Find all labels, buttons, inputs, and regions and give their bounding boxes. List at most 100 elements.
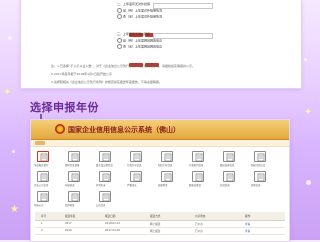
column-header: 报送日期 xyxy=(105,215,116,218)
tile-label: 联络员备案 xyxy=(189,184,201,187)
option-guarantee-title: 二、上年度有无对外担保 xyxy=(117,2,151,6)
tile-label: 信息查询 xyxy=(220,184,230,187)
function-tile[interactable] xyxy=(192,151,204,162)
document-icon xyxy=(102,193,110,202)
nav-tab[interactable] xyxy=(35,141,45,145)
function-tile[interactable] xyxy=(37,171,49,182)
radio-label: 是（有）上年度对外担保情况 xyxy=(123,8,163,13)
table-cell: 2017 xyxy=(65,222,72,225)
function-tile[interactable] xyxy=(254,151,266,162)
tile-label: 异常名录 xyxy=(96,184,106,187)
table-cell: 2016 xyxy=(65,229,72,232)
sparkle xyxy=(8,36,12,40)
notice-text: 注：1.已选择“不公示从业人数”，对于《企业信息公示暂行条例》规定的其他事项，请… xyxy=(51,64,195,68)
tile-label: 抽查检查 xyxy=(158,184,168,187)
annual-report-form-screenshot: 二、上年度有无对外担保 是（有）上年度对外担保情况 否（无）上年度对外担保情况 … xyxy=(20,0,302,89)
annual-report-tile[interactable] xyxy=(37,151,49,162)
tile-label: 行政处罚信息 xyxy=(189,164,204,167)
function-tile[interactable] xyxy=(254,171,266,182)
view-link[interactable]: 查看 xyxy=(245,222,250,226)
document-icon xyxy=(71,153,79,162)
function-tile[interactable] xyxy=(68,151,80,162)
radio-guarantee-no[interactable]: 否（无）上年度对外担保情况 xyxy=(117,14,162,19)
star-icon: ✦ xyxy=(304,107,313,118)
tile-label: 知识产权信息 xyxy=(158,164,173,167)
tile-label: 即时信息填报 xyxy=(65,164,80,167)
tile-label: 股东及出资信息 xyxy=(96,164,113,167)
tile-label: 其他信息 xyxy=(251,184,261,187)
tile-label: 年度报告填写 xyxy=(34,164,49,167)
function-tile[interactable] xyxy=(68,171,80,182)
document-icon xyxy=(133,153,141,162)
column-header: 操作 xyxy=(245,215,251,218)
notice-text: 2.2017年度年报于2018年1月1日起开始公示 xyxy=(51,72,112,76)
table-cell: 2018-03-12 xyxy=(105,222,121,225)
document-icon xyxy=(71,173,79,182)
table-cell: 网上报送 xyxy=(150,230,161,233)
national-emblem-icon xyxy=(55,124,65,134)
function-tile[interactable] xyxy=(223,171,235,182)
table-cell: 已公示 xyxy=(195,230,203,233)
document-icon xyxy=(71,193,79,202)
column-header: 报送年度 xyxy=(65,215,76,218)
table-cell: 2 xyxy=(41,229,43,232)
document-icon xyxy=(257,173,265,182)
radio-website-no[interactable]: 否（无）上年度网站网店信息 xyxy=(117,44,162,49)
document-icon xyxy=(102,153,110,162)
document-icon xyxy=(195,153,203,162)
function-tile[interactable] xyxy=(192,171,204,182)
document-icon xyxy=(102,173,110,182)
document-icon xyxy=(164,173,172,182)
radio-label: 是（有）上年度网站网店信息 xyxy=(123,38,163,43)
site-title: 国家企业信用信息公示系统（佛山） xyxy=(68,126,180,134)
gsxt-site-screenshot: 国家企业信用信息公示系统（佛山） 年度报告填写 即时信息填报 股东及出资信息 行政许可… xyxy=(30,119,290,242)
document-icon xyxy=(164,153,172,162)
table-cell: 1 xyxy=(41,222,43,225)
function-tile[interactable] xyxy=(130,151,142,162)
column-header: 序号 xyxy=(41,215,47,218)
function-tile[interactable] xyxy=(37,191,49,202)
view-link[interactable]: 查看 xyxy=(245,229,250,233)
document-icon xyxy=(40,193,48,202)
tile-label: 年报公示 xyxy=(34,204,44,207)
document-icon xyxy=(195,173,203,182)
sparkle xyxy=(306,180,311,185)
site-header: 国家企业信用信息公示系统（佛山） xyxy=(31,120,289,140)
sparkle xyxy=(12,150,15,153)
form-buttons xyxy=(129,52,161,71)
document-icon xyxy=(40,173,48,182)
tile-label: 简易注销公告 xyxy=(251,164,266,167)
nav-strip xyxy=(31,140,289,147)
function-tile[interactable] xyxy=(161,151,173,162)
document-icon xyxy=(226,153,234,162)
document-icon xyxy=(40,153,48,162)
document-icon xyxy=(257,153,265,162)
tile-label: 企业公示信息 xyxy=(34,184,49,187)
radio-website-yes[interactable]: 是（有）上年度网站网店信息 xyxy=(117,38,162,43)
star-icon: ✦ xyxy=(3,87,12,98)
notice-text: 3.请按照相关《企业信息公示暂行条例》的规定如实报送年度报告，不得虚报瞒报。 xyxy=(51,80,162,84)
tile-label: 股权变更信息 xyxy=(220,164,235,167)
function-tile[interactable] xyxy=(99,191,111,202)
function-tile[interactable] xyxy=(99,151,111,162)
function-tile-grid: 年度报告填写 即时信息填报 股东及出资信息 行政许可信息 知识产权信息 行政处罚信息 股权变… xyxy=(31,149,289,207)
column-header: 公示状态 xyxy=(195,215,206,218)
star-icon: ★ xyxy=(10,204,19,215)
radio-label: 否（无）上年度网站网店信息 xyxy=(123,44,163,49)
function-tile[interactable] xyxy=(99,171,111,182)
column-header: 报送方式 xyxy=(150,215,161,218)
table-cell: 已公示 xyxy=(195,223,203,226)
option-website-title: 三、上年度有无网站网店 xyxy=(117,32,151,36)
tile-label: 公告信息 xyxy=(96,204,106,207)
document-icon xyxy=(133,173,141,182)
step-caption: 选择申报年份 xyxy=(30,101,99,114)
function-tile[interactable] xyxy=(161,171,173,182)
function-tile[interactable] xyxy=(223,151,235,162)
function-tile[interactable] xyxy=(68,191,80,202)
tile-label: 行政许可信息 xyxy=(127,164,142,167)
tile-label: 年报修改 xyxy=(65,184,75,187)
table-cell: 2017-04-20 xyxy=(105,229,121,232)
function-tile[interactable] xyxy=(130,171,142,182)
tile-label: 严重违法 xyxy=(127,184,137,187)
radio-guarantee-yes[interactable]: 是（有）上年度对外担保情况 xyxy=(117,8,162,13)
